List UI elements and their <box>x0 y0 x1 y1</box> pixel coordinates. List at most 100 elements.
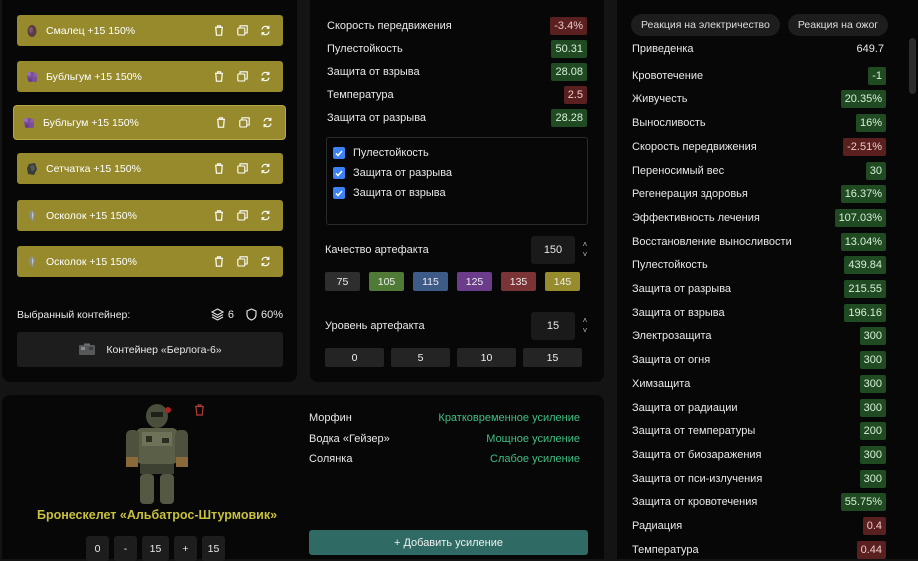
copy-icon[interactable] <box>236 163 248 175</box>
purple-blob-artifact-icon <box>22 116 36 130</box>
trash-icon[interactable] <box>213 71 225 83</box>
stat-filter-checkbox[interactable]: Пулестойкость <box>333 143 581 163</box>
level-value[interactable]: 15 <box>142 536 169 561</box>
level-preset-button[interactable]: 15 <box>523 348 582 367</box>
stat-name: Пулестойкость <box>632 259 708 272</box>
quality-preset-button[interactable]: 75 <box>325 272 360 291</box>
stat-value-badge: 20.35% <box>840 90 886 109</box>
artifact-slot[interactable]: Смалец +15 150% <box>17 15 283 46</box>
artifact-slot[interactable]: Бубльгум +15 150% <box>17 61 283 92</box>
checkmark-icon[interactable] <box>333 147 345 159</box>
boost-name: Водка «Гейзер» <box>309 432 390 445</box>
stat-name: Регенерация здоровья <box>632 188 748 201</box>
trash-icon[interactable] <box>213 256 225 268</box>
copy-icon[interactable] <box>236 210 248 222</box>
quality-input[interactable]: 150 <box>531 236 575 264</box>
quality-presets: 75 105 115 125 135 145 <box>325 272 580 291</box>
level-preset-button[interactable]: 10 <box>457 348 516 367</box>
summary-stat-row: Защита от кровотечения 55.75% <box>632 493 886 512</box>
stat-value-badge: -1 <box>868 66 886 85</box>
summary-stat-row: Регенерация здоровья 16.37% <box>632 185 886 204</box>
container-case-icon <box>79 343 96 355</box>
checkmark-icon[interactable] <box>333 167 345 179</box>
boost-effect: Слабое усиление <box>490 453 580 465</box>
quality-preset-button[interactable]: 125 <box>457 272 492 291</box>
stat-filter-box: Пулестойкость Защита от разрыва Защита от … <box>326 137 588 225</box>
swap-icon[interactable] <box>261 117 273 129</box>
artifact-slot[interactable]: Осколок +15 150% <box>17 200 283 231</box>
tab-electric-reaction[interactable]: Реакция на электричество <box>631 14 780 36</box>
artifact-slot[interactable]: Сетчатка +15 150% <box>17 153 283 184</box>
level-max-button[interactable]: 15 <box>202 536 225 561</box>
level-input[interactable]: 15 <box>531 312 575 340</box>
scrollbar[interactable] <box>909 38 916 94</box>
swap-icon[interactable] <box>259 163 271 175</box>
trash-icon[interactable] <box>215 117 227 129</box>
trash-icon[interactable] <box>194 404 205 416</box>
stat-name: Химзащита <box>632 377 691 390</box>
stat-filter-checkbox[interactable]: Защита от взрыва <box>333 183 581 203</box>
summary-stat-row: Электрозащита 300 <box>632 327 886 346</box>
tab-burn-reaction[interactable]: Реакция на ожог <box>787 14 889 36</box>
artifact-name: Бубльгум +15 150% <box>43 116 139 129</box>
boost-name: Морфин <box>309 412 352 424</box>
swap-icon[interactable] <box>259 25 271 37</box>
quality-preset-button[interactable]: 145 <box>545 272 580 291</box>
stat-value-badge: 300 <box>859 374 886 393</box>
copy-icon[interactable] <box>236 256 248 268</box>
artifact-slot[interactable]: Бубльгум +15 150% <box>14 106 285 139</box>
artifact-stat-row: Защита от взрыва 28.08 <box>327 63 587 81</box>
quality-label: Качество артефакта <box>325 244 429 256</box>
stat-value-badge: 0.44 <box>856 540 886 559</box>
summary-stat-row: Защита от разрыва 215.55 <box>632 280 886 298</box>
shard-artifact-icon <box>25 255 39 269</box>
summary-stat-row: Восстановление выносливости 13.04% <box>632 232 886 251</box>
quality-preset-button[interactable]: 115 <box>413 272 448 291</box>
artifact-slot[interactable]: Осколок +15 150% <box>17 246 283 277</box>
level-presets: 0 5 10 15 <box>325 348 582 367</box>
container-label: Выбранный контейнер: <box>17 308 131 321</box>
add-boost-button[interactable]: + Добавить усиление <box>309 530 588 555</box>
stat-name: Радиация <box>632 520 683 532</box>
summary-stat-row: Пулестойкость 439.84 <box>632 256 886 275</box>
chevron-up-icon[interactable]: ˄ <box>583 240 588 250</box>
summary-stat-row: Выносливость 16% <box>632 114 886 133</box>
chevron-down-icon[interactable]: ˅ <box>583 326 588 336</box>
quality-preset-button[interactable]: 135 <box>501 272 536 291</box>
copy-icon[interactable] <box>236 25 248 37</box>
level-min-button[interactable]: 0 <box>86 536 109 561</box>
shield-icon <box>246 308 257 321</box>
purple-blob-artifact-icon <box>25 70 39 84</box>
armor-suit-image <box>126 404 188 504</box>
copy-icon[interactable] <box>238 117 250 129</box>
boost-row: Морфин Кратковременное усиление <box>309 412 580 424</box>
quality-preset-button[interactable]: 105 <box>369 272 404 291</box>
container-info: Выбранный контейнер: 6 60% <box>17 308 283 321</box>
level-preset-button[interactable]: 0 <box>325 348 384 367</box>
stat-value-badge: 300 <box>859 469 886 488</box>
level-spinner[interactable]: ˄ ˅ <box>579 316 591 336</box>
stat-filter-checkbox[interactable]: Защита от разрыва <box>333 163 581 183</box>
container-slots: 6 <box>210 308 234 321</box>
trash-icon[interactable] <box>213 210 225 222</box>
swap-icon[interactable] <box>259 210 271 222</box>
level-plus-button[interactable]: + <box>174 536 197 561</box>
swap-icon[interactable] <box>259 71 271 83</box>
checkbox-label: Защита от разрыва <box>353 167 453 179</box>
trash-icon[interactable] <box>213 25 225 37</box>
chevron-down-icon[interactable]: ˅ <box>583 250 588 260</box>
quality-spinner[interactable]: ˄ ˅ <box>579 240 591 260</box>
stat-name: Восстановление выносливости <box>632 235 792 248</box>
level-minus-button[interactable]: - <box>114 536 137 561</box>
swap-icon[interactable] <box>259 256 271 268</box>
copy-icon[interactable] <box>236 71 248 83</box>
stat-name: Выносливость <box>632 117 706 130</box>
checkmark-icon[interactable] <box>333 187 345 199</box>
stat-name: Скорость передвижения <box>327 20 452 32</box>
trash-icon[interactable] <box>213 163 225 175</box>
boost-row: Водка «Гейзер» Мощное усиление <box>309 433 580 445</box>
chevron-up-icon[interactable]: ˄ <box>583 316 588 326</box>
container-select-button[interactable]: Контейнер «Берлога-6» <box>17 332 283 367</box>
stat-value-badge: 300 <box>859 445 886 464</box>
level-preset-button[interactable]: 5 <box>391 348 450 367</box>
